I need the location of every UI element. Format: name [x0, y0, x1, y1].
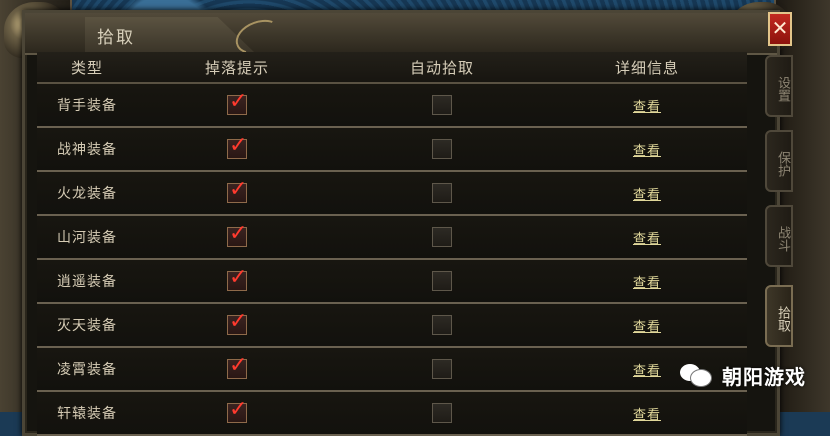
auto-pickup-cell — [337, 392, 547, 434]
side-tab-4[interactable]: 拾取 — [765, 285, 793, 347]
item-type-cell: 轩辕装备 — [37, 392, 137, 434]
drop-alert-cell: ✓ — [137, 304, 337, 346]
check-mark-icon: ✓ — [229, 309, 248, 334]
auto-pickup-cell — [337, 216, 547, 258]
watermark-text: 朝阳游戏 — [722, 364, 806, 389]
detail-cell: 查看 — [547, 260, 747, 302]
view-details-link[interactable]: 查看 — [633, 272, 661, 291]
item-type-name: 战神装备 — [57, 142, 117, 158]
auto-pickup-checkbox[interactable] — [432, 315, 452, 335]
drop-alert-cell: ✓ — [137, 128, 337, 170]
wechat-logo-icon — [680, 362, 714, 388]
detail-cell: 查看 — [547, 392, 747, 434]
side-tab-3[interactable]: 战斗 — [765, 205, 793, 267]
auto-pickup-cell — [337, 304, 547, 346]
item-type-cell: 逍遥装备 — [37, 260, 137, 302]
view-details-link[interactable]: 查看 — [633, 96, 661, 115]
watermark: 朝阳游戏 — [680, 360, 806, 390]
view-details-link[interactable]: 查看 — [633, 140, 661, 159]
view-details-link[interactable]: 查看 — [633, 316, 661, 335]
auto-pickup-cell — [337, 260, 547, 302]
item-type-name: 轩辕装备 — [57, 406, 117, 422]
item-type-cell: 火龙装备 — [37, 172, 137, 214]
drop-alert-checkbox[interactable]: ✓ — [227, 91, 247, 115]
item-type-name: 逍遥装备 — [57, 274, 117, 290]
drop-alert-cell: ✓ — [137, 84, 337, 126]
detail-cell: 查看 — [547, 128, 747, 170]
auto-pickup-checkbox[interactable] — [432, 227, 452, 247]
auto-pickup-cell — [337, 348, 547, 390]
table-row: 战神装备 ✓ 查看 — [37, 128, 747, 172]
check-mark-icon: ✓ — [229, 353, 248, 378]
auto-pickup-checkbox[interactable] — [432, 139, 452, 159]
auto-pickup-cell — [337, 128, 547, 170]
drop-alert-checkbox[interactable]: ✓ — [227, 267, 247, 291]
table-header: 类型 掉落提示 自动拾取 详细信息 — [37, 52, 747, 84]
item-type-name: 灭天装备 — [57, 318, 117, 334]
check-mark-icon: ✓ — [229, 265, 248, 290]
drop-alert-cell: ✓ — [137, 348, 337, 390]
table-row: 火龙装备 ✓ 查看 — [37, 172, 747, 216]
check-mark-icon: ✓ — [229, 89, 248, 114]
table-row: 凌霄装备 ✓ 查看 — [37, 348, 747, 392]
side-tab-2[interactable]: 保护 — [765, 130, 793, 192]
drop-alert-checkbox[interactable]: ✓ — [227, 311, 247, 335]
item-type-list: 背手装备 ✓ 查看 战神装备 ✓ 查看 火龙装备 ✓ 查看 山河装备 ✓ 查看 … — [37, 84, 747, 436]
close-button[interactable]: ✕ — [768, 12, 792, 46]
auto-pickup-checkbox[interactable] — [432, 95, 452, 115]
column-header-details: 详细信息 — [614, 58, 679, 77]
auto-pickup-checkbox[interactable] — [432, 403, 452, 423]
check-mark-icon: ✓ — [229, 177, 248, 202]
table-row: 背手装备 ✓ 查看 — [37, 84, 747, 128]
check-mark-icon: ✓ — [229, 221, 248, 246]
drop-alert-checkbox[interactable]: ✓ — [227, 399, 247, 423]
drop-alert-checkbox[interactable]: ✓ — [227, 355, 247, 379]
check-mark-icon: ✓ — [229, 133, 248, 158]
view-details-link[interactable]: 查看 — [633, 360, 661, 379]
item-type-cell: 战神装备 — [37, 128, 137, 170]
auto-pickup-cell — [337, 172, 547, 214]
table-row: 灭天装备 ✓ 查看 — [37, 304, 747, 348]
drop-alert-cell: ✓ — [137, 216, 337, 258]
item-type-cell: 凌霄装备 — [37, 348, 137, 390]
auto-pickup-checkbox[interactable] — [432, 271, 452, 291]
item-type-name: 背手装备 — [57, 98, 117, 114]
column-header-type: 类型 — [70, 58, 103, 77]
detail-cell: 查看 — [547, 304, 747, 346]
window-title: 拾取 — [97, 28, 135, 48]
column-header-drop-alert: 掉落提示 — [204, 58, 269, 77]
auto-pickup-checkbox[interactable] — [432, 183, 452, 203]
table-row: 逍遥装备 ✓ 查看 — [37, 260, 747, 304]
check-mark-icon: ✓ — [229, 397, 248, 422]
detail-cell: 查看 — [547, 84, 747, 126]
drop-alert-cell: ✓ — [137, 172, 337, 214]
table-row: 轩辕装备 ✓ 查看 — [37, 392, 747, 436]
item-type-name: 山河装备 — [57, 230, 117, 246]
drop-alert-checkbox[interactable]: ✓ — [227, 179, 247, 203]
item-type-name: 火龙装备 — [57, 186, 117, 202]
column-header-auto-pickup: 自动拾取 — [409, 58, 474, 77]
drop-alert-cell: ✓ — [137, 260, 337, 302]
side-tab-1[interactable]: 设置 — [765, 55, 793, 117]
item-type-cell: 山河装备 — [37, 216, 137, 258]
detail-cell: 查看 — [547, 172, 747, 214]
auto-pickup-cell — [337, 84, 547, 126]
view-details-link[interactable]: 查看 — [633, 184, 661, 203]
item-type-cell: 灭天装备 — [37, 304, 137, 346]
drop-alert-checkbox[interactable]: ✓ — [227, 135, 247, 159]
view-details-link[interactable]: 查看 — [633, 228, 661, 247]
view-details-link[interactable]: 查看 — [633, 404, 661, 423]
item-type-cell: 背手装备 — [37, 84, 137, 126]
title-bar[interactable]: 拾取 — [25, 13, 777, 61]
drop-alert-cell: ✓ — [137, 392, 337, 434]
table-row: 山河装备 ✓ 查看 — [37, 216, 747, 260]
item-type-name: 凌霄装备 — [57, 362, 117, 378]
auto-pickup-checkbox[interactable] — [432, 359, 452, 379]
drop-alert-checkbox[interactable]: ✓ — [227, 223, 247, 247]
detail-cell: 查看 — [547, 216, 747, 258]
